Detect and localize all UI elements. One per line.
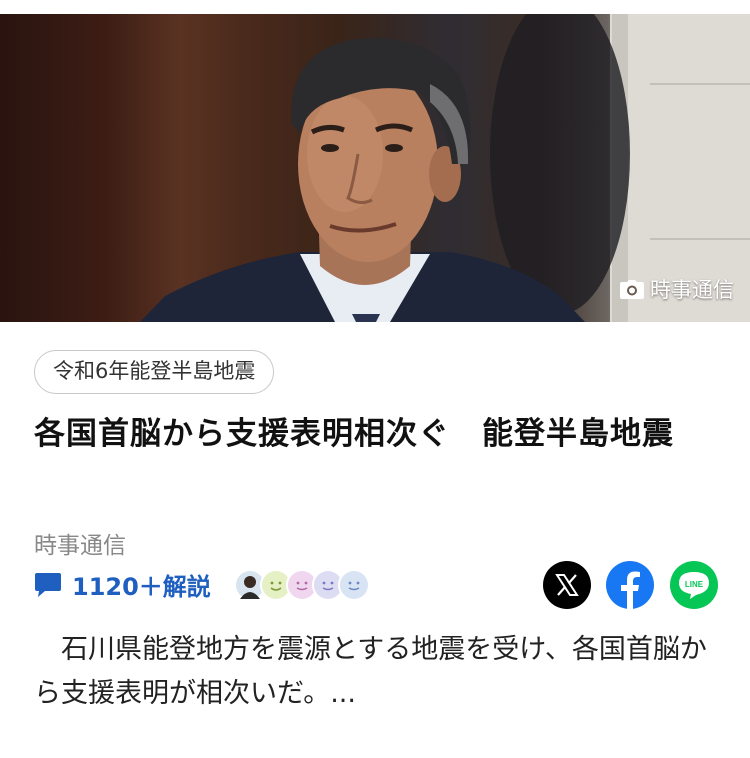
share-line-button[interactable]: LINE <box>670 561 718 609</box>
comment-bubble-icon <box>35 572 61 597</box>
photo-credit-text: 時事通信 <box>650 278 734 302</box>
hero-image[interactable]: 時事通信 <box>0 14 750 322</box>
article-title[interactable]: 各国首脳から支援表明相次ぐ 能登半島地震 <box>34 410 724 459</box>
topic-tag[interactable]: 令和6年能登半島地震 <box>34 350 275 394</box>
article-snippet[interactable]: 石川県能登地方を震源とする地震を受け、各国首脳から支援表明が相次いだ。... <box>34 628 724 716</box>
avatar <box>338 569 370 601</box>
line-logo-icon: LINE <box>679 572 709 599</box>
facebook-logo-icon <box>621 571 640 609</box>
share-x-button[interactable] <box>543 561 591 609</box>
photo-credit: 時事通信 <box>620 274 734 304</box>
comments-link[interactable]: 1120＋解説 <box>34 567 211 602</box>
share-facebook-button[interactable] <box>606 561 654 609</box>
line-logo-text: LINE <box>685 580 704 589</box>
comment-count: 1120＋解説 <box>72 573 211 601</box>
article-source: 時事通信 <box>34 533 126 559</box>
camera-icon <box>620 279 644 299</box>
expert-avatars[interactable] <box>234 569 370 601</box>
x-logo-icon <box>555 574 579 596</box>
